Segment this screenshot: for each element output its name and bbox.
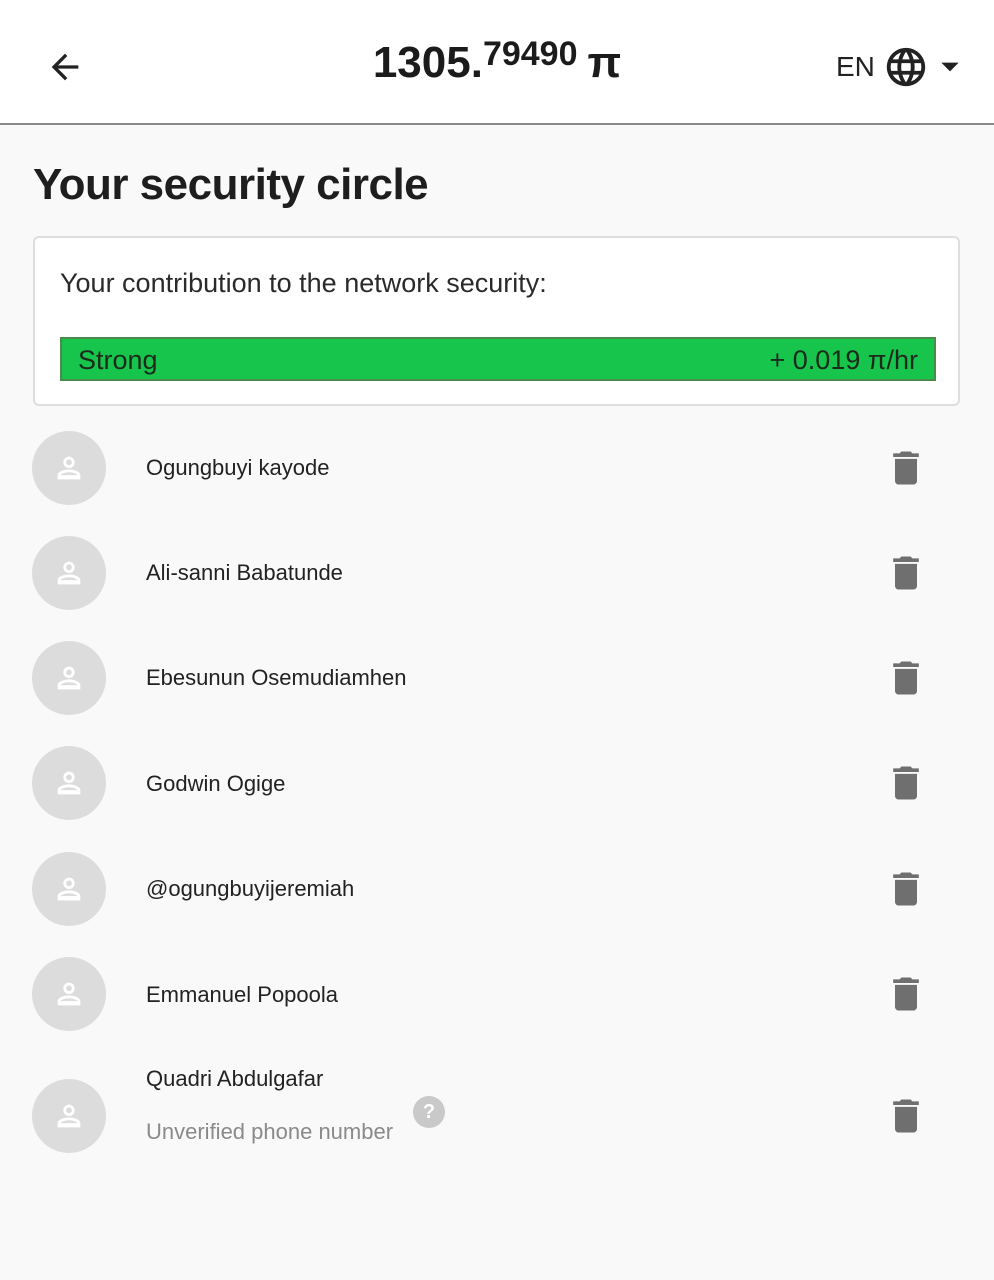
balance-decimal: 79490 <box>482 35 578 73</box>
delete-member-button[interactable] <box>884 867 928 911</box>
member-name: @ogungbuyijeremiah <box>146 876 355 901</box>
avatar <box>32 431 106 505</box>
language-code: EN <box>836 51 875 82</box>
delete-member-button[interactable] <box>884 761 928 805</box>
mining-rate: + 0.019 π/hr <box>769 345 918 375</box>
member-name: Ogungbuyi kayode <box>146 455 330 480</box>
delete-member-button[interactable] <box>884 446 928 490</box>
question-icon[interactable]: ? <box>413 1096 445 1128</box>
top-bar: 1305.79490 π EN <box>0 0 994 125</box>
user-icon <box>57 666 81 690</box>
trash-icon <box>893 1099 919 1133</box>
avatar <box>32 1079 106 1153</box>
trash-icon <box>893 556 919 590</box>
delete-member-button[interactable] <box>884 972 928 1016</box>
caret-down-icon <box>941 62 959 72</box>
user-icon <box>57 1104 81 1128</box>
avatar <box>32 852 106 926</box>
avatar <box>32 536 106 610</box>
avatar <box>32 746 106 820</box>
user-icon <box>57 456 81 480</box>
contribution-label: Your contribution to the network securit… <box>60 268 547 298</box>
user-icon <box>57 771 81 795</box>
strength-level: Strong <box>78 345 158 375</box>
trash-icon <box>893 977 919 1011</box>
member-name: Ebesunun Osemudiamhen <box>146 665 407 690</box>
contribution-card: Your contribution to the network securit… <box>33 236 960 406</box>
trash-icon <box>893 451 919 485</box>
delete-member-button[interactable] <box>884 1094 928 1138</box>
security-strength-bar: Strong + 0.019 π/hr <box>60 337 936 381</box>
member-name: Emmanuel Popoola <box>146 982 339 1007</box>
trash-icon <box>893 661 919 695</box>
currency-symbol: π <box>587 38 622 87</box>
member-name: Ali-sanni Babatunde <box>146 560 343 585</box>
globe-icon <box>886 47 926 87</box>
user-icon <box>57 982 81 1006</box>
user-icon <box>57 561 81 585</box>
member-status: Unverified phone number <box>146 1119 394 1144</box>
trash-icon <box>893 766 919 800</box>
avatar <box>32 641 106 715</box>
avatar <box>32 957 106 1031</box>
language-selector[interactable]: EN <box>836 44 963 90</box>
delete-member-button[interactable] <box>884 551 928 595</box>
delete-member-button[interactable] <box>884 656 928 700</box>
trash-icon <box>893 872 919 906</box>
page-title: Your security circle <box>33 160 429 209</box>
balance-integer: 1305. <box>372 38 483 87</box>
user-icon <box>57 877 81 901</box>
member-name: Quadri Abdulgafar <box>146 1066 324 1091</box>
member-name: Godwin Ogige <box>146 771 286 796</box>
